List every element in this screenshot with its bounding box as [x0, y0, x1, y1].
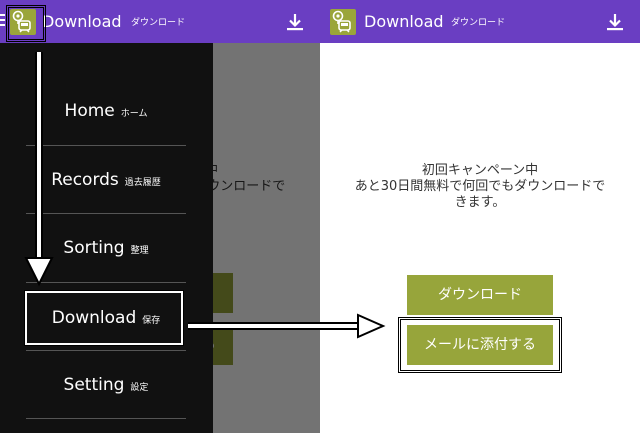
- campaign-text: 初回キャンペーン中 あと30日間無料で何回でもダウンロードで きます。: [320, 163, 640, 211]
- drawer-item-label: Home: [64, 101, 115, 121]
- app-icon[interactable]: [330, 9, 356, 35]
- drawer-item-setting[interactable]: Setting 設定: [26, 351, 186, 419]
- drawer-item-sublabel: 設定: [130, 383, 149, 393]
- app-subtitle: ダウンロード: [131, 18, 186, 28]
- app-bar: Download ダウンロード: [0, 0, 320, 43]
- download-icon[interactable]: [604, 11, 626, 33]
- campaign-line-3: きます。: [454, 195, 506, 210]
- drawer-divider: [26, 418, 186, 419]
- download-button[interactable]: ダウンロード: [407, 275, 553, 315]
- drawer-divider: [26, 282, 186, 283]
- app-icon-highlight: [6, 5, 46, 42]
- mail-attach-button[interactable]: メールに添付する: [407, 325, 553, 365]
- app-title: Download: [42, 12, 122, 31]
- drawer-item-sublabel: 過去履歴: [124, 178, 161, 188]
- campaign-line-1: 初回キャンペーン中: [421, 163, 539, 178]
- download-item-highlight: [24, 290, 184, 346]
- drawer-item-sublabel: 整理: [130, 246, 149, 256]
- drawer-scrim[interactable]: [213, 43, 320, 433]
- hamburger-icon[interactable]: [0, 14, 5, 28]
- drawer-item-records[interactable]: Records 過去履歴: [26, 146, 186, 214]
- app-subtitle: ダウンロード: [451, 18, 506, 28]
- campaign-line-2: あと30日間無料で何回でもダウンロードで: [354, 179, 606, 194]
- app-title: Download: [364, 12, 444, 31]
- download-icon[interactable]: [284, 11, 306, 33]
- left-screen-drawer-open: Download ダウンロード 初回キャンペーン中 あと30日間無料で何回でもダ…: [0, 0, 320, 433]
- drawer-item-sublabel: ホーム: [120, 109, 148, 119]
- drawer-item-label: Setting: [63, 375, 125, 395]
- app-bar: Download ダウンロード: [320, 0, 640, 43]
- right-screen-download: Download ダウンロード 初回キャンペーン中 あと30日間無料で何回でもダ…: [320, 0, 640, 433]
- drawer-item-label: Records: [51, 170, 119, 190]
- drawer-item-home[interactable]: Home ホーム: [26, 77, 186, 145]
- drawer-item-sorting[interactable]: Sorting 整理: [26, 214, 186, 282]
- drawer-item-label: Sorting: [63, 238, 125, 258]
